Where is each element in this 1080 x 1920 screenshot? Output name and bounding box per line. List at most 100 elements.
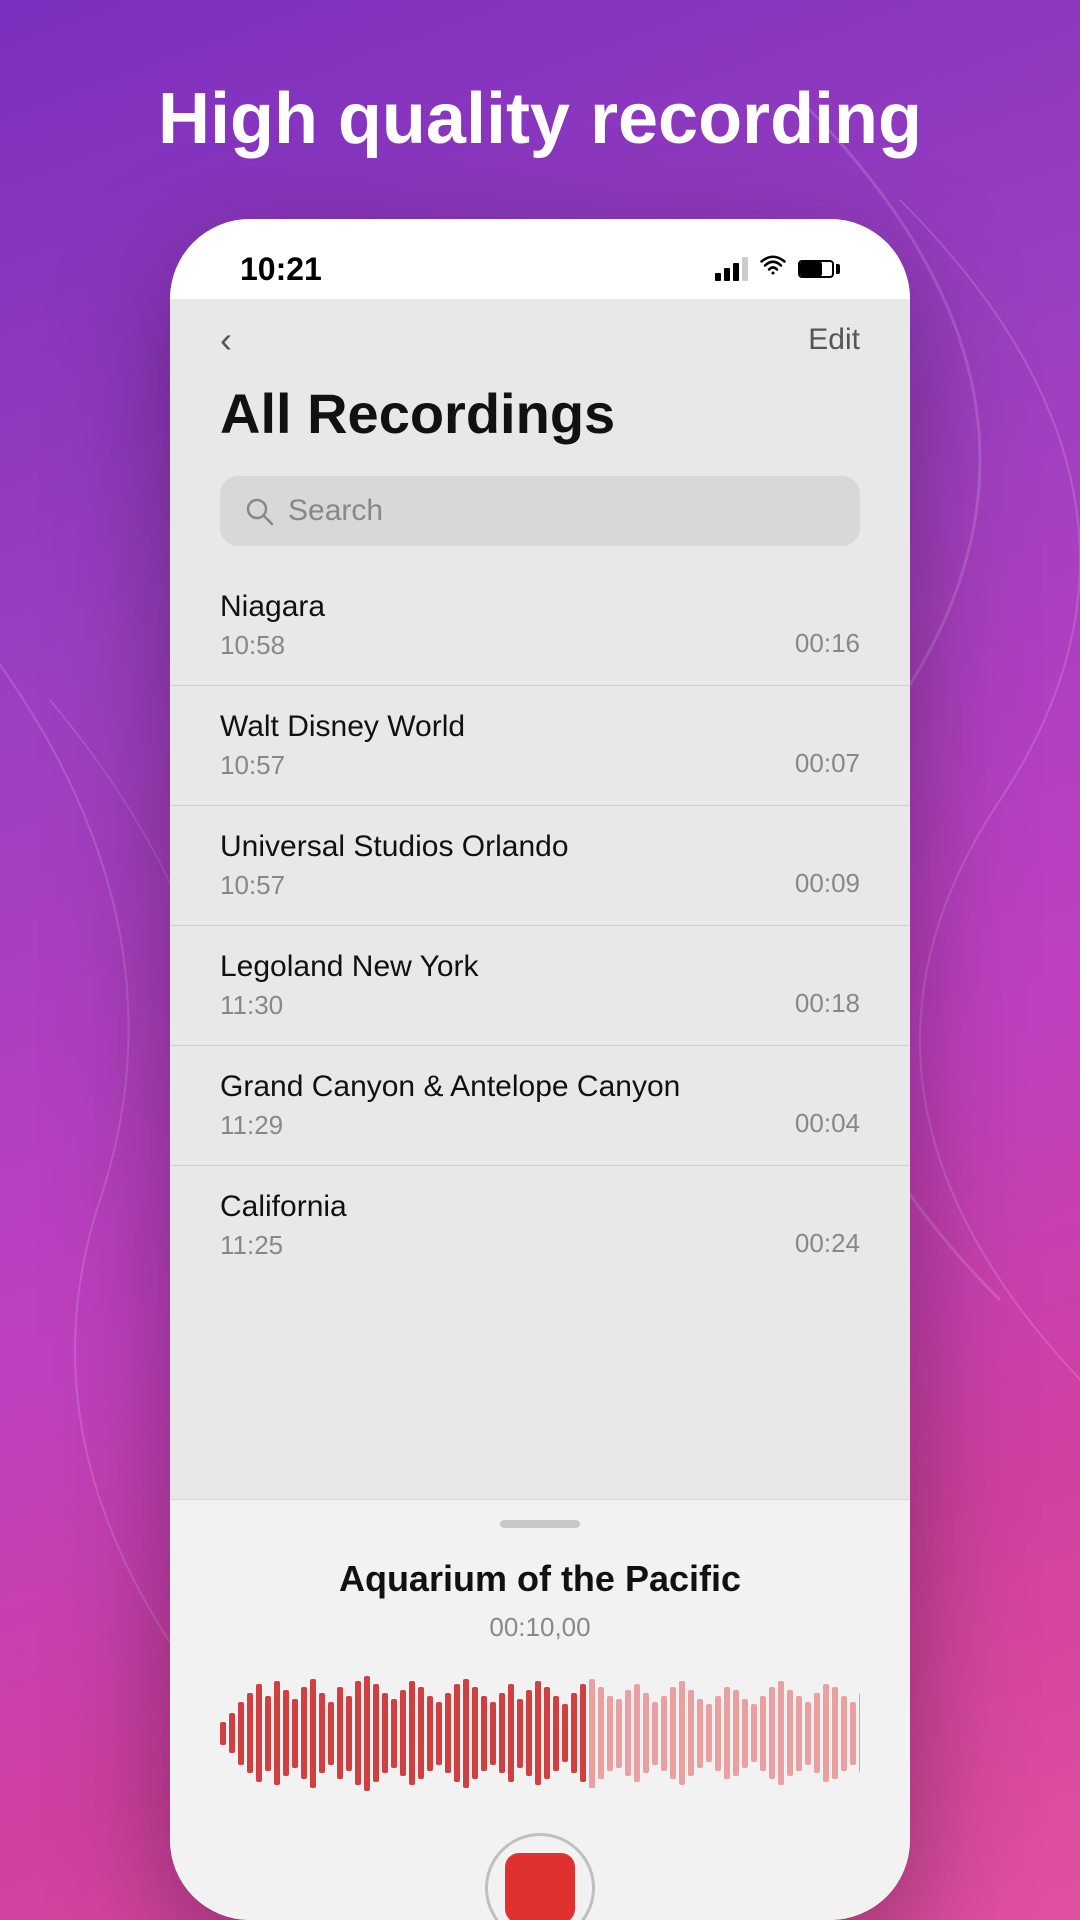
waveform-bar <box>769 1687 775 1779</box>
waveform-bar <box>688 1690 694 1776</box>
waveform-bar <box>652 1702 658 1765</box>
status-time: 10:21 <box>240 251 322 288</box>
player-panel: Aquarium of the Pacific 00:10,00 <box>170 1499 910 1920</box>
battery-icon <box>798 260 840 278</box>
record-stop-button[interactable] <box>485 1833 595 1920</box>
waveform-bar <box>274 1681 280 1785</box>
recording-name: Universal Studios Orlando <box>220 830 569 864</box>
phone-top: 10:21 <box>170 219 910 299</box>
waveform-bar <box>841 1696 847 1771</box>
recording-timestamp: 11:29 <box>220 1110 680 1141</box>
phone-frame: 10:21 <box>170 219 910 1920</box>
recording-duration: 00:07 <box>795 748 860 781</box>
waveform-bar <box>544 1687 550 1779</box>
waveform-bar <box>319 1693 325 1774</box>
waveform-bar <box>562 1704 568 1762</box>
recording-name: California <box>220 1190 347 1224</box>
search-placeholder: Search <box>288 494 383 528</box>
waveform-bar <box>373 1684 379 1782</box>
status-icons <box>715 255 840 283</box>
waveform-bar <box>445 1693 451 1774</box>
waveform-bar <box>535 1681 541 1785</box>
waveform-bar <box>760 1696 766 1771</box>
recording-name: Niagara <box>220 590 325 624</box>
recording-info: Universal Studios Orlando 10:57 <box>220 830 569 901</box>
signal-bar-2 <box>724 268 730 281</box>
search-bar[interactable]: Search <box>220 476 860 546</box>
recording-item[interactable]: Legoland New York 11:30 00:18 <box>170 926 910 1046</box>
recording-name: Walt Disney World <box>220 710 465 744</box>
player-handle[interactable] <box>500 1520 580 1528</box>
waveform-bar <box>643 1693 649 1774</box>
player-timestamp: 00:10,00 <box>220 1612 860 1643</box>
screen-title: All Recordings <box>170 371 910 476</box>
signal-bar-1 <box>715 273 721 281</box>
waveform-bar <box>220 1722 226 1745</box>
waveform-bar <box>454 1684 460 1782</box>
signal-bar-4 <box>742 257 748 281</box>
recording-duration: 00:09 <box>795 868 860 901</box>
waveform-bar <box>661 1696 667 1771</box>
waveform-bar <box>850 1702 856 1765</box>
waveform-bar <box>481 1696 487 1771</box>
waveform-bar <box>796 1696 802 1771</box>
waveform[interactable] <box>220 1673 860 1793</box>
recording-item[interactable]: California 11:25 00:24 <box>170 1166 910 1285</box>
waveform-bar <box>733 1690 739 1776</box>
waveform-bar <box>625 1690 631 1776</box>
recording-timestamp: 10:57 <box>220 750 465 781</box>
waveform-bar <box>238 1702 244 1765</box>
recording-item[interactable]: Universal Studios Orlando 10:57 00:09 <box>170 806 910 926</box>
waveform-bar <box>427 1696 433 1771</box>
waveform-bar <box>364 1676 370 1791</box>
waveform-bar <box>355 1681 361 1785</box>
waveform-bar <box>805 1702 811 1765</box>
waveform-bar <box>418 1687 424 1779</box>
waveform-bar <box>346 1696 352 1771</box>
signal-icon <box>715 257 748 281</box>
record-button-container <box>220 1833 860 1920</box>
waveform-bar <box>580 1684 586 1782</box>
waveform-bar <box>859 1693 860 1774</box>
recording-info: Walt Disney World 10:57 <box>220 710 465 781</box>
recording-timestamp: 10:58 <box>220 630 325 661</box>
recording-timestamp: 11:30 <box>220 990 479 1021</box>
wifi-icon <box>760 255 786 283</box>
recording-item[interactable]: Niagara 10:58 00:16 <box>170 566 910 686</box>
recordings-list: Niagara 10:58 00:16 Walt Disney World 10… <box>170 566 910 1285</box>
waveform-bar <box>706 1704 712 1762</box>
recording-duration: 00:18 <box>795 988 860 1021</box>
waveform-bar <box>256 1684 262 1782</box>
waveform-bar <box>247 1693 253 1774</box>
waveform-bar <box>283 1690 289 1776</box>
player-title: Aquarium of the Pacific <box>220 1558 860 1600</box>
app-screen: ‹ Edit All Recordings Search Niagara 10:… <box>170 299 910 1499</box>
waveform-bar <box>778 1681 784 1785</box>
recording-name: Grand Canyon & Antelope Canyon <box>220 1070 680 1104</box>
waveform-bar <box>517 1699 523 1768</box>
recording-duration: 00:24 <box>795 1228 860 1261</box>
waveform-bar <box>508 1684 514 1782</box>
recording-item[interactable]: Grand Canyon & Antelope Canyon 11:29 00:… <box>170 1046 910 1166</box>
waveform-bar <box>301 1687 307 1779</box>
recording-info: California 11:25 <box>220 1190 347 1261</box>
recording-info: Niagara 10:58 <box>220 590 325 661</box>
recording-item[interactable]: Walt Disney World 10:57 00:07 <box>170 686 910 806</box>
waveform-bar <box>724 1687 730 1779</box>
waveform-bar <box>526 1690 532 1776</box>
waveform-bar <box>589 1679 595 1788</box>
search-icon <box>244 496 274 526</box>
waveform-bar <box>814 1693 820 1774</box>
back-button[interactable]: ‹ <box>220 319 232 361</box>
waveform-bar <box>463 1679 469 1788</box>
waveform-bar <box>823 1684 829 1782</box>
waveform-bar <box>616 1699 622 1768</box>
waveform-bar <box>787 1690 793 1776</box>
recording-duration: 00:16 <box>795 628 860 661</box>
edit-button[interactable]: Edit <box>808 323 860 357</box>
waveform-bar <box>229 1713 235 1753</box>
waveform-bar <box>382 1693 388 1774</box>
waveform-bar <box>607 1696 613 1771</box>
record-stop-icon <box>505 1853 575 1920</box>
waveform-bar <box>400 1690 406 1776</box>
